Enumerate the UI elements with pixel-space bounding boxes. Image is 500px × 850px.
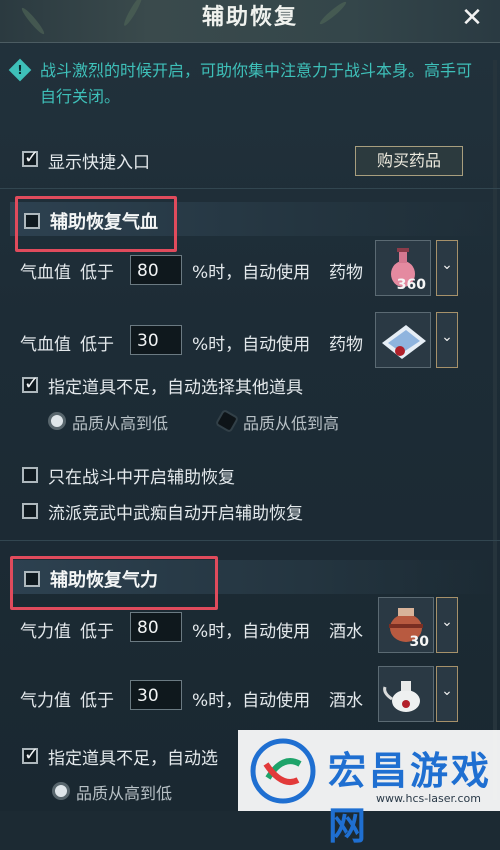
mp-stat-label: 气力值: [20, 622, 71, 642]
recovery-settings-panel: 辅助恢复 ✕ ! 战斗激烈的时候开启，可助你集中注意力于战斗本身。高手可自行关闭…: [0, 0, 500, 811]
radio-selected-icon[interactable]: [48, 412, 66, 430]
quality-low-to-high-label: 品质从低到高: [243, 414, 340, 433]
item-dropdown[interactable]: ⌄: [436, 312, 458, 368]
chevron-down-icon: ⌄: [441, 329, 453, 345]
watermark: 宏昌游戏网 www.hcs-laser.com: [238, 730, 500, 848]
check-icon: ✓: [24, 744, 40, 765]
hp-stat-label: 气血值: [20, 263, 71, 283]
below-label: 低于: [80, 263, 114, 283]
scrollbar[interactable]: [493, 60, 497, 800]
item-type-label: 药物: [329, 335, 363, 355]
item-dropdown[interactable]: ⌄: [436, 240, 458, 296]
auto-select-label: 指定道具不足，自动选: [48, 749, 218, 769]
check-icon: ✓: [24, 147, 40, 168]
watermark-logo-icon: [250, 738, 316, 804]
arena-auto-label: 流派竞武中武痴自动开启辅助恢复: [48, 504, 303, 524]
only-in-battle-checkbox[interactable]: [22, 467, 38, 483]
check-icon: ✓: [24, 373, 40, 394]
title-bar: 辅助恢复 ✕: [0, 0, 500, 43]
chevron-down-icon: ⌄: [441, 683, 453, 699]
item-type-label: 药物: [329, 263, 363, 283]
below-label: 低于: [80, 622, 114, 642]
quality-high-to-low-label: 品质从高到低: [72, 414, 169, 433]
teapot-icon: [383, 681, 420, 712]
radio-unselected-icon[interactable]: [214, 408, 240, 434]
item-slot[interactable]: 30: [378, 597, 434, 653]
only-in-battle-label: 只在战斗中开启辅助恢复: [48, 468, 235, 488]
auto-use-label: %时，自动使用: [192, 263, 311, 283]
below-label: 低于: [80, 335, 114, 355]
hp-threshold-input[interactable]: 80: [130, 255, 182, 285]
shortcut-checkbox[interactable]: ✓: [22, 147, 39, 168]
mp-stat-label: 气力值: [20, 691, 71, 711]
divider: [0, 540, 500, 541]
mp-threshold-input[interactable]: 30: [130, 680, 182, 710]
hp-threshold-input[interactable]: 30: [130, 325, 182, 355]
divider: [0, 188, 500, 189]
item-type-label: 酒水: [329, 622, 363, 642]
buy-medicine-button[interactable]: 购买药品: [355, 146, 463, 176]
auto-select-checkbox[interactable]: ✓: [22, 744, 39, 765]
item-dropdown[interactable]: ⌄: [436, 597, 458, 653]
item-slot[interactable]: [375, 312, 431, 368]
auto-use-label: %时，自动使用: [192, 622, 311, 642]
item-type-label: 酒水: [329, 691, 363, 711]
highlight-box: [10, 556, 218, 610]
watermark-url: www.hcs-laser.com: [376, 792, 481, 805]
shortcut-label: 显示快捷入口: [48, 153, 150, 173]
auto-select-checkbox[interactable]: ✓: [22, 373, 39, 394]
quality-high-to-low-label: 品质从高到低: [76, 784, 173, 803]
hp-stat-label: 气血值: [20, 335, 71, 355]
mp-threshold-input[interactable]: 80: [130, 612, 182, 642]
auto-select-label: 指定道具不足，自动选择其他道具: [48, 378, 303, 398]
window-title: 辅助恢复: [201, 5, 298, 30]
item-count: 360: [396, 277, 426, 293]
arena-auto-checkbox[interactable]: [22, 503, 38, 519]
auto-use-label: %时，自动使用: [192, 335, 311, 355]
item-slot[interactable]: 360: [375, 240, 431, 296]
close-icon[interactable]: ✕: [458, 4, 486, 32]
below-label: 低于: [80, 691, 114, 711]
medicine-packet-icon: [382, 325, 426, 359]
chevron-down-icon: ⌄: [441, 614, 453, 630]
item-dropdown[interactable]: ⌄: [436, 666, 458, 722]
chevron-down-icon: ⌄: [441, 257, 453, 273]
info-diamond-icon: !: [8, 58, 32, 82]
info-text: 战斗激烈的时候开启，可助你集中注意力于战斗本身。高手可自行关闭。: [40, 61, 473, 106]
highlight-box: [15, 196, 177, 252]
radio-selected-icon[interactable]: [52, 782, 70, 800]
auto-use-label: %时，自动使用: [192, 691, 311, 711]
item-count: 30: [409, 634, 429, 650]
item-slot[interactable]: [378, 666, 434, 722]
